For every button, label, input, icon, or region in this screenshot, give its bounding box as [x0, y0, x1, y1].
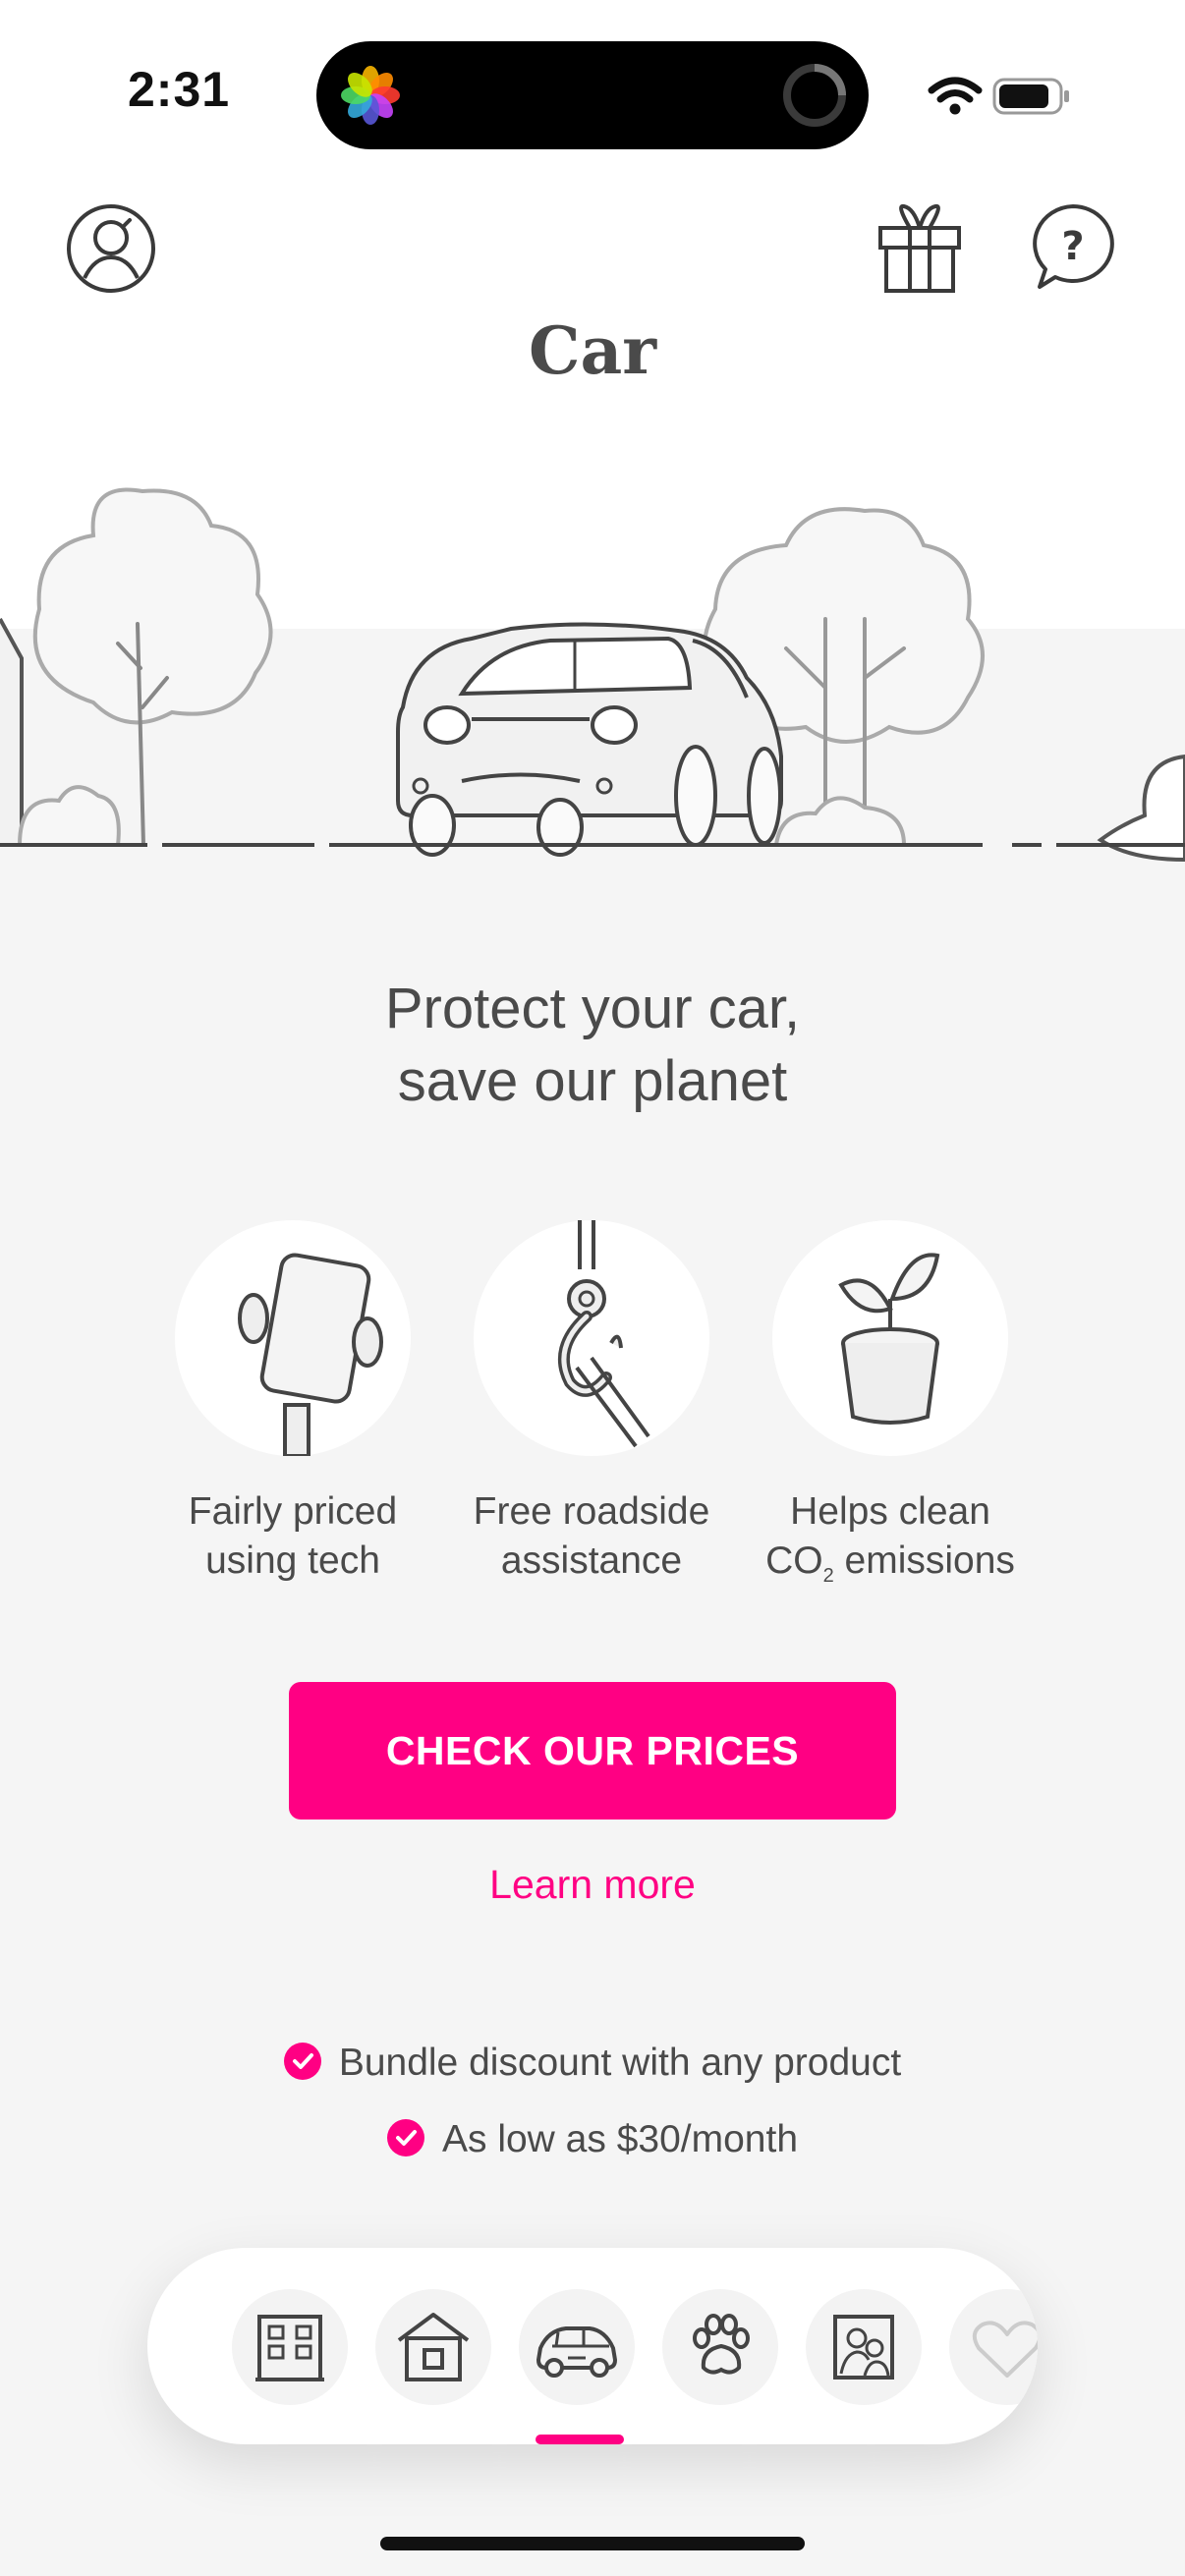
headline-line-1: Protect your car, [384, 977, 801, 1040]
tab-car[interactable] [519, 2289, 635, 2405]
status-time: 2:31 [128, 62, 231, 117]
feature-fair-pricing: Fairly priced using tech [145, 1220, 440, 1586]
svg-text:?: ? [1061, 224, 1084, 269]
selected-tab-indicator [536, 2435, 624, 2444]
feature-label: Helps clean CO2 emissions [743, 1487, 1038, 1600]
dynamic-island [316, 41, 869, 149]
feature-label-line-1: Free roadside [473, 1490, 710, 1533]
tab-life[interactable] [806, 2289, 922, 2405]
plant-pot-icon [838, 1253, 940, 1425]
feature-label-line-2: using tech [205, 1540, 380, 1582]
check-prices-button[interactable]: CHECK OUR PRICES [289, 1682, 896, 1820]
feature-icon-circle [474, 1220, 709, 1456]
feature-label-line-2: assistance [500, 1540, 683, 1582]
feature-icon-circle [772, 1220, 1008, 1456]
hero-headline: Protect your car, save our planet [0, 973, 1185, 1118]
home-indicator[interactable] [380, 2537, 805, 2550]
learn-more-link[interactable]: Learn more [0, 1862, 1185, 1908]
tow-hook-icon [557, 1220, 650, 1448]
car-scene-illustration [0, 487, 1185, 863]
headline-line-2: save our planet [397, 1049, 788, 1113]
photos-app-icon [341, 66, 400, 125]
benefit-text: As low as $30/month [441, 2118, 799, 2160]
profile-icon[interactable] [65, 202, 157, 295]
feature-icon-circle [175, 1220, 411, 1456]
battery-icon [992, 78, 1069, 115]
feature-label: Fairly priced using tech [145, 1487, 440, 1586]
heart-icon [972, 2321, 1038, 2378]
tab-renters[interactable] [232, 2289, 348, 2405]
house-icon [397, 2313, 470, 2381]
feature-clean-emissions: Helps clean CO2 emissions [743, 1220, 1038, 1600]
family-photo-icon [833, 2315, 894, 2380]
check-icon [283, 2043, 321, 2080]
tab-more[interactable] [949, 2289, 1038, 2405]
product-tab-bar [147, 2248, 1038, 2444]
help-icon[interactable]: ? [1030, 202, 1116, 293]
feature-label-line-2: CO2 emissions [765, 1540, 1015, 1587]
activity-spinner-icon [783, 64, 846, 127]
feature-roadside: Free roadside assistance [444, 1220, 739, 1586]
car-icon [536, 2326, 618, 2378]
benefit-item: Bundle discount with any product [0, 2042, 1185, 2085]
check-icon [386, 2119, 424, 2156]
car-illustration [396, 622, 783, 857]
tab-pet[interactable] [662, 2289, 778, 2405]
benefit-text: Bundle discount with any product [338, 2042, 902, 2084]
benefit-item: As low as $30/month [0, 2118, 1185, 2161]
feature-label: Free roadside assistance [444, 1487, 739, 1586]
page-title: Car [528, 312, 657, 389]
wifi-icon [928, 77, 983, 115]
phone-in-hands-icon [238, 1253, 383, 1456]
house-illustration [0, 618, 24, 847]
gift-icon[interactable] [875, 200, 965, 295]
feature-label-line-1: Helps clean [790, 1490, 990, 1533]
apartment-building-icon [255, 2315, 324, 2381]
paw-icon [693, 2314, 750, 2375]
tab-home[interactable] [375, 2289, 491, 2405]
feature-label-line-1: Fairly priced [188, 1490, 398, 1533]
